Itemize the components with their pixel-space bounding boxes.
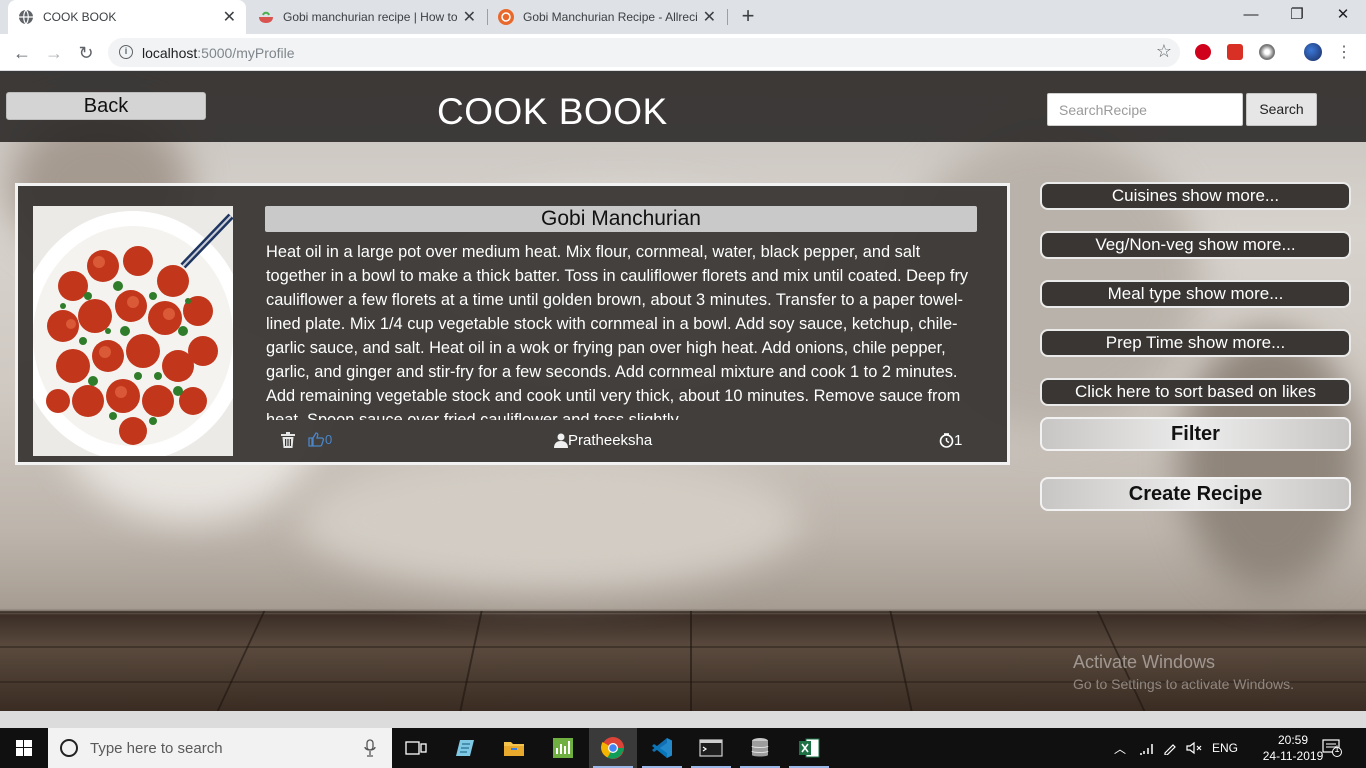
terminal-app-icon[interactable]	[687, 728, 735, 768]
page-viewport: Back COOK BOOK SearchRecipe Search Gobi …	[0, 71, 1366, 711]
floor-plank	[889, 611, 913, 711]
trash-icon[interactable]	[281, 432, 295, 448]
like-count: 0	[325, 432, 333, 447]
profile-avatar[interactable]	[1304, 43, 1322, 61]
recipe-image[interactable]	[33, 206, 233, 456]
task-view-icon[interactable]	[392, 728, 440, 768]
meal-type-show-more-button[interactable]: Meal type show more...	[1040, 280, 1351, 308]
cortana-circle-icon	[60, 739, 78, 757]
like-button[interactable]: 0	[308, 432, 332, 447]
floor-plank	[216, 611, 266, 711]
pdf-extension-icon[interactable]	[1227, 44, 1243, 60]
new-tab-plus-icon[interactable]: +	[736, 4, 760, 28]
app-header: Back COOK BOOK Search	[0, 71, 1366, 142]
menu-dots-icon[interactable]: ⋮	[1330, 39, 1358, 67]
veg-nonveg-show-more-button[interactable]: Veg/Non-veg show more...	[1040, 231, 1351, 259]
bg-blur	[1180, 331, 1360, 591]
info-icon[interactable]: i	[119, 45, 133, 59]
tab-separator	[727, 9, 728, 25]
minimize-icon[interactable]: —	[1228, 0, 1274, 30]
browser-tab-strip: COOK BOOK ✕ Gobi manchurian recipe | How…	[0, 0, 1366, 34]
clock-time: 20:59	[1277, 733, 1309, 747]
language-indicator[interactable]: ENG	[1212, 728, 1238, 768]
recipe-card[interactable]: Gobi Manchurian Heat oil in a large pot …	[15, 183, 1010, 465]
tab-title: COOK BOOK	[43, 10, 117, 24]
app-title: COOK BOOK	[437, 91, 668, 132]
globe-icon	[18, 9, 34, 25]
taskbar-search-box[interactable]: Type here to search	[48, 728, 392, 768]
prep-time: 1	[939, 432, 962, 449]
chrome-app-icon[interactable]	[589, 728, 637, 768]
recipe-card-footer: 0 Pratheeksha 1	[18, 432, 1008, 454]
bg-blur	[300, 451, 800, 591]
tab-allrecipes[interactable]: Gobi Manchurian Recipe - Allreci ✕	[488, 0, 726, 34]
tab-gobi-howto[interactable]: Gobi manchurian recipe | How to ✕	[248, 0, 486, 34]
windows-taskbar: Type here to search ︿ ENG 20:59 24-11-20…	[0, 728, 1366, 768]
action-center-icon[interactable]: 1	[1322, 728, 1342, 768]
forward-arrow-icon[interactable]: →	[40, 39, 68, 67]
prep-time-value: 1	[954, 432, 963, 449]
reload-icon[interactable]: ↻	[72, 39, 100, 67]
recipe-title[interactable]: Gobi Manchurian	[265, 206, 977, 232]
tab-title: Gobi Manchurian Recipe - Allreci	[523, 10, 697, 24]
opera-extension-icon[interactable]	[1195, 44, 1211, 60]
filter-button[interactable]: Filter	[1040, 417, 1351, 451]
floor-line	[0, 646, 1366, 648]
address-url: localhost:5000/myProfile	[142, 45, 295, 61]
clock-date: 24-11-2019	[1262, 749, 1324, 763]
thumbs-up-icon	[308, 432, 324, 447]
floor-plank	[459, 611, 483, 711]
recipe-author: Pratheeksha	[554, 432, 652, 449]
floor-edge	[0, 611, 1366, 613]
author-name: Pratheeksha	[568, 432, 653, 449]
timer-icon	[939, 433, 954, 448]
microphone-icon[interactable]	[364, 739, 376, 757]
search-button[interactable]: Search	[1246, 93, 1317, 126]
taskbar-search-placeholder: Type here to search	[90, 739, 223, 757]
url-host: localhost	[142, 45, 198, 61]
restore-icon[interactable]: ❐	[1274, 0, 1320, 30]
browser-toolbar: ← → ↻ i localhost:5000/myProfile ☆ ⋮	[0, 34, 1366, 71]
back-button[interactable]: Back	[6, 92, 206, 120]
floor-plank	[690, 611, 692, 711]
user-icon	[554, 433, 568, 448]
bowl-favicon-icon	[258, 9, 274, 25]
database-app-icon[interactable]	[736, 728, 784, 768]
show-hidden-icons-chevron-icon[interactable]: ︿	[1114, 728, 1126, 768]
cuisines-show-more-button[interactable]: Cuisines show more...	[1040, 182, 1351, 210]
activate-windows-subtitle: Go to Settings to activate Windows.	[1073, 676, 1294, 692]
tab-close-icon[interactable]: ✕	[703, 7, 716, 27]
pen-workspace-icon[interactable]	[1163, 728, 1177, 768]
tab-cook-book[interactable]: COOK BOOK ✕	[8, 0, 246, 34]
record-extension-icon[interactable]	[1259, 44, 1275, 60]
file-explorer-icon[interactable]	[490, 728, 538, 768]
address-bar[interactable]: i localhost:5000/myProfile ☆	[108, 38, 1180, 67]
prep-time-show-more-button[interactable]: Prep Time show more...	[1040, 329, 1351, 357]
create-recipe-button[interactable]: Create Recipe	[1040, 477, 1351, 511]
tab-title: Gobi manchurian recipe | How to	[283, 10, 457, 24]
activate-windows-title: Activate Windows	[1073, 652, 1216, 672]
system-clock[interactable]: 20:59 24-11-2019	[1258, 732, 1328, 764]
vscode-app-icon[interactable]	[638, 728, 686, 768]
tab-close-icon[interactable]: ✕	[463, 7, 476, 27]
excel-chart-app-icon[interactable]	[539, 728, 587, 768]
notepad-app-icon[interactable]	[441, 728, 489, 768]
window-close-icon[interactable]: ✕	[1320, 0, 1366, 30]
recipe-description: Heat oil in a large pot over medium heat…	[266, 243, 969, 420]
tab-close-icon[interactable]: ✕	[223, 7, 236, 27]
sort-by-likes-button[interactable]: Click here to sort based on likes	[1040, 378, 1351, 406]
volume-muted-icon[interactable]	[1186, 728, 1202, 768]
windows-start-icon[interactable]	[0, 728, 48, 768]
search-recipe-input[interactable]	[1047, 93, 1243, 126]
back-arrow-icon[interactable]: ←	[8, 39, 36, 67]
network-icon[interactable]	[1139, 728, 1155, 768]
bookmark-star-icon[interactable]: ☆	[1156, 41, 1172, 62]
allrecipes-favicon-icon	[498, 9, 514, 25]
url-path: :5000/myProfile	[197, 45, 295, 61]
excel-app-icon[interactable]	[785, 728, 833, 768]
notification-count: 1	[1334, 744, 1340, 754]
